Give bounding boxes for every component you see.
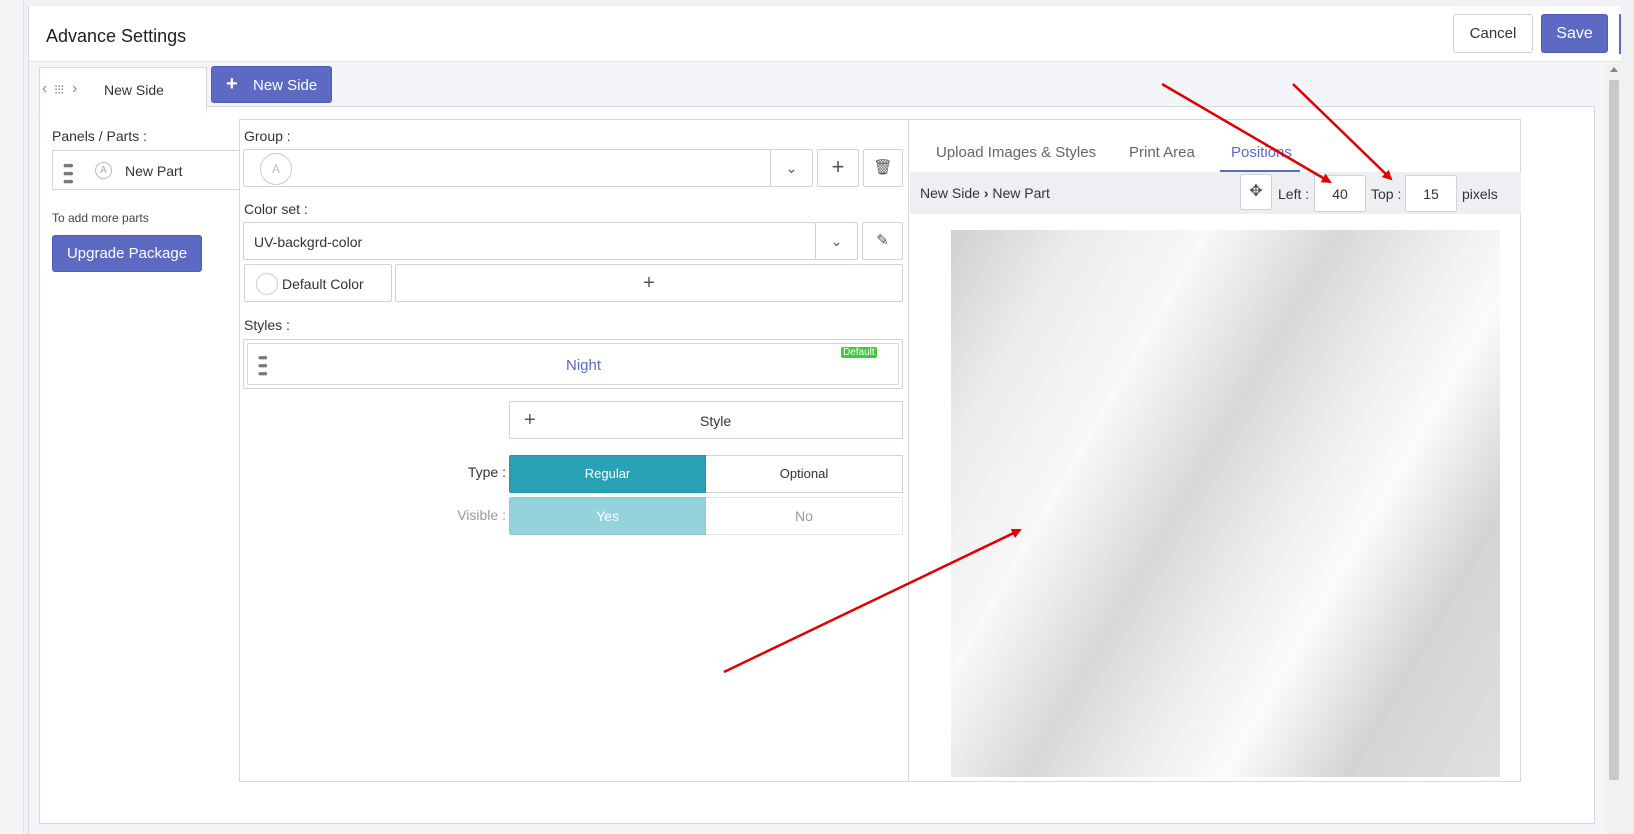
add-group-button[interactable]: + — [817, 149, 859, 187]
position-toolbar: New Side › New Part ✥ Left : Top : pixel… — [910, 172, 1521, 214]
group-avatar: A — [260, 153, 292, 185]
page-title: Advance Settings — [46, 26, 187, 46]
header-edge — [1619, 14, 1621, 54]
add-more-parts-text: To add more parts — [52, 211, 149, 225]
tab-new-side[interactable]: ‹ ⁝⁝⁝ › New Side — [39, 67, 207, 113]
top-position-input[interactable] — [1405, 175, 1457, 212]
add-color-button[interactable]: + — [395, 264, 903, 302]
type-optional-option[interactable]: Optional — [706, 455, 903, 493]
color-set-value: UV-backgrd-color — [254, 234, 363, 250]
plus-icon: + — [524, 409, 536, 431]
chevron-down-icon[interactable]: ⌄ — [815, 222, 858, 260]
cancel-button[interactable]: Cancel — [1453, 14, 1533, 53]
type-label: Type : — [467, 464, 506, 480]
visible-yes-option[interactable]: Yes — [509, 497, 706, 535]
style-item[interactable]: ••• ••• ••• Night Default — [247, 343, 899, 385]
color-swatch — [256, 273, 278, 295]
part-name: New Part — [125, 163, 183, 179]
move-icon[interactable]: ✥ — [1240, 174, 1272, 210]
modal-header: Advance Settings Cancel Save — [29, 6, 1621, 62]
preview-image[interactable] — [951, 230, 1500, 777]
panels-parts-label: Panels / Parts : — [52, 128, 147, 144]
add-style-button[interactable]: + Style — [509, 401, 903, 439]
add-style-label: Style — [700, 413, 732, 429]
part-settings-panel: Group : A ⌄ + 🗑 Color set : UV-backgrd-c… — [239, 119, 909, 782]
part-item[interactable]: ••• ••• ••• A New Part — [52, 150, 248, 190]
upgrade-package-button[interactable]: Upgrade Package — [52, 235, 202, 272]
styles-list: ••• ••• ••• Night Default — [243, 339, 903, 389]
visible-label: Visible : — [457, 507, 506, 523]
left-position-input[interactable] — [1314, 175, 1366, 212]
add-new-side-button[interactable]: + New Side — [211, 66, 332, 103]
part-icon: A — [95, 162, 112, 179]
save-button[interactable]: Save — [1541, 14, 1608, 53]
default-color-label: Default Color — [282, 276, 364, 292]
group-select[interactable]: A — [243, 149, 771, 187]
group-label: Group : — [244, 128, 291, 144]
scroll-up-icon[interactable] — [1610, 67, 1618, 72]
scrollbar[interactable] — [1607, 64, 1621, 834]
default-badge: Default — [841, 347, 877, 358]
background-strip — [0, 0, 24, 834]
color-set-select[interactable]: UV-backgrd-color — [243, 222, 816, 260]
edit-color-set-button[interactable]: ✎ — [862, 222, 903, 260]
default-color-item[interactable]: Default Color — [244, 264, 392, 302]
side-tab-label: New Side — [104, 82, 164, 98]
chevron-right-icon[interactable]: › — [72, 80, 77, 98]
styles-label: Styles : — [244, 317, 290, 333]
unit-label: pixels — [1462, 186, 1498, 202]
drag-handle-icon[interactable]: ••• ••• ••• — [258, 351, 268, 380]
drag-handle-icon[interactable]: ⁝⁝⁝ — [54, 82, 64, 98]
breadcrumb-part[interactable]: New Part — [992, 185, 1050, 201]
scroll-thumb[interactable] — [1609, 80, 1619, 780]
tab-upload-images[interactable]: Upload Images & Styles — [936, 144, 1096, 161]
tab-positions[interactable]: Positions — [1231, 144, 1292, 161]
breadcrumb-side[interactable]: New Side — [920, 185, 980, 201]
tab-print-area[interactable]: Print Area — [1129, 144, 1195, 161]
preview-panel: Upload Images & Styles Print Area Positi… — [908, 119, 1521, 782]
chevron-left-icon[interactable]: ‹ — [42, 80, 47, 98]
plus-icon: + — [226, 73, 238, 95]
advance-settings-modal: Advance Settings Cancel Save ‹ ⁝⁝⁝ › New… — [28, 6, 1621, 834]
breadcrumb: New Side › New Part — [920, 185, 1050, 201]
visible-no-option[interactable]: No — [706, 497, 903, 535]
left-label: Left : — [1278, 186, 1310, 202]
type-regular-option[interactable]: Regular — [509, 455, 706, 493]
chevron-down-icon[interactable]: ⌄ — [770, 149, 813, 187]
top-label: Top : — [1371, 186, 1402, 202]
style-name: Night — [566, 357, 602, 374]
add-new-side-label: New Side — [253, 77, 318, 94]
drag-handle-icon[interactable]: ••• ••• ••• — [63, 158, 74, 188]
color-set-label: Color set : — [244, 201, 308, 217]
delete-group-button[interactable]: 🗑 — [863, 149, 903, 187]
